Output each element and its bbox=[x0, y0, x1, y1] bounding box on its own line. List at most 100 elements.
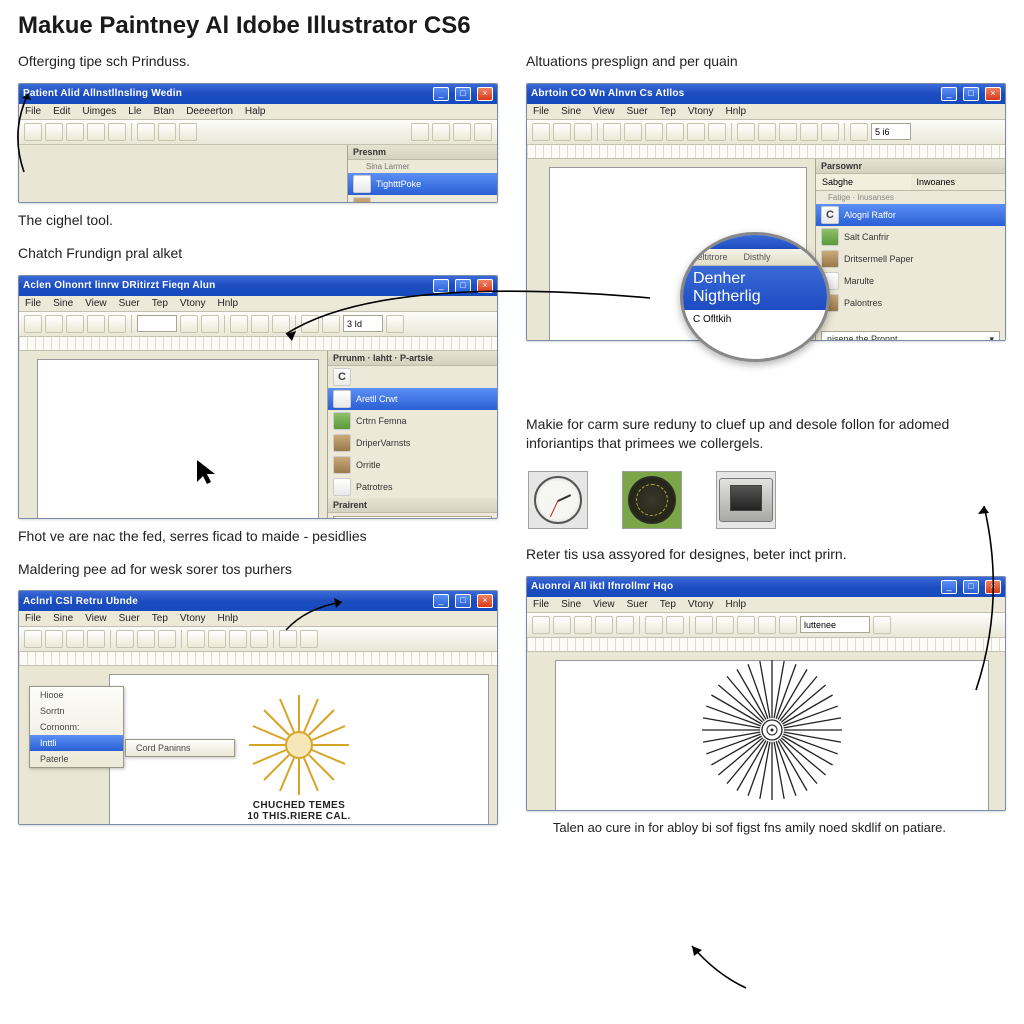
panel-item[interactable]: Patrotres bbox=[328, 476, 497, 498]
tool-icon[interactable] bbox=[137, 123, 155, 141]
tool-icon[interactable] bbox=[300, 630, 318, 648]
menu-suer[interactable]: Suer bbox=[627, 599, 648, 610]
menu-item[interactable]: Paterle bbox=[30, 751, 123, 767]
tool-icon[interactable] bbox=[758, 616, 776, 634]
tool-icon[interactable] bbox=[229, 630, 247, 648]
tool-icon[interactable] bbox=[45, 630, 63, 648]
tool-icon[interactable] bbox=[574, 123, 592, 141]
tool-icon[interactable] bbox=[779, 616, 797, 634]
panel-select[interactable]: Frwyret E:Snonhen▾ bbox=[333, 516, 492, 519]
tool-icon[interactable] bbox=[645, 123, 663, 141]
tool-icon[interactable] bbox=[137, 630, 155, 648]
tool-icon[interactable] bbox=[45, 315, 63, 333]
panel-item[interactable]: Palontres bbox=[816, 292, 1005, 314]
tool-icon[interactable] bbox=[187, 630, 205, 648]
menu-vtony[interactable]: Vtony bbox=[688, 106, 714, 117]
tool-icon[interactable] bbox=[432, 123, 450, 141]
maximize-button[interactable]: □ bbox=[455, 594, 471, 608]
tool-icon[interactable] bbox=[251, 315, 269, 333]
menu-view[interactable]: View bbox=[85, 298, 107, 309]
menu-file[interactable]: File bbox=[533, 106, 549, 117]
menu-halp[interactable]: Halp bbox=[245, 106, 266, 117]
panel-item[interactable]: Marulte bbox=[816, 270, 1005, 292]
tool-icon[interactable] bbox=[87, 123, 105, 141]
menu-item[interactable]: Sorrtn bbox=[30, 703, 123, 719]
menu-vtony[interactable]: Vtony bbox=[688, 599, 714, 610]
panel-select[interactable]: nisene the Pronnt▾ bbox=[821, 331, 1000, 341]
tool-icon[interactable] bbox=[453, 123, 471, 141]
tab[interactable]: Inwoanes bbox=[911, 174, 1006, 190]
close-button[interactable]: × bbox=[477, 594, 493, 608]
tool-icon[interactable] bbox=[779, 123, 797, 141]
menu-tep[interactable]: Tep bbox=[660, 106, 676, 117]
panel-item[interactable]: TightttPoke bbox=[348, 173, 497, 195]
tool-icon[interactable] bbox=[301, 315, 319, 333]
panel-item[interactable]: Salt Canfrir bbox=[816, 226, 1005, 248]
panel-item[interactable]: Aretll Crwt bbox=[328, 388, 497, 410]
tool-icon[interactable] bbox=[201, 315, 219, 333]
toolbar-value[interactable] bbox=[343, 315, 383, 332]
menu-sine[interactable]: Sine bbox=[53, 298, 73, 309]
menu-tep[interactable]: Tep bbox=[152, 613, 168, 624]
tool-icon[interactable] bbox=[24, 630, 42, 648]
tool-icon[interactable] bbox=[386, 315, 404, 333]
menu-tep[interactable]: Tep bbox=[152, 298, 168, 309]
tool-icon[interactable] bbox=[873, 616, 891, 634]
close-button[interactable]: × bbox=[985, 87, 1001, 101]
menu-item-selected[interactable]: Inttli bbox=[30, 735, 123, 751]
tool-icon[interactable] bbox=[474, 123, 492, 141]
menu-lle[interactable]: Lle bbox=[128, 106, 141, 117]
tool-icon[interactable] bbox=[695, 616, 713, 634]
mag-selected[interactable]: Denher Nigtherlig bbox=[683, 266, 827, 310]
menu-view[interactable]: View bbox=[593, 599, 615, 610]
tool-icon[interactable] bbox=[24, 315, 42, 333]
tool-icon[interactable] bbox=[250, 630, 268, 648]
tool-icon[interactable] bbox=[179, 123, 197, 141]
tool-icon[interactable] bbox=[737, 123, 755, 141]
menu-view[interactable]: View bbox=[85, 613, 107, 624]
menu-file[interactable]: File bbox=[25, 106, 41, 117]
panel-item[interactable]: Dritsermell Paper bbox=[816, 248, 1005, 270]
maximize-button[interactable]: □ bbox=[455, 279, 471, 293]
menu-hnlp[interactable]: Hnlp bbox=[217, 613, 238, 624]
tool-icon[interactable] bbox=[230, 315, 248, 333]
tool-icon[interactable] bbox=[45, 123, 63, 141]
tool-icon[interactable] bbox=[850, 123, 868, 141]
menu-sine[interactable]: Sine bbox=[53, 613, 73, 624]
tool-icon[interactable] bbox=[108, 123, 126, 141]
menu-sine[interactable]: Sine bbox=[561, 106, 581, 117]
menu-vtony[interactable]: Vtony bbox=[180, 298, 206, 309]
tool-icon[interactable] bbox=[687, 123, 705, 141]
close-button[interactable]: × bbox=[985, 580, 1001, 594]
menu-vtony[interactable]: Vtony bbox=[180, 613, 206, 624]
panel-item[interactable]: C bbox=[328, 366, 497, 388]
mag-option[interactable]: C Ofltkih bbox=[683, 310, 827, 329]
tool-icon[interactable] bbox=[87, 315, 105, 333]
tool-icon[interactable] bbox=[411, 123, 429, 141]
menu-suer[interactable]: Suer bbox=[119, 613, 140, 624]
minimize-button[interactable]: _ bbox=[433, 87, 449, 101]
menu-hnlp[interactable]: Hnlp bbox=[725, 599, 746, 610]
maximize-button[interactable]: □ bbox=[963, 580, 979, 594]
minimize-button[interactable]: _ bbox=[433, 594, 449, 608]
minimize-button[interactable]: _ bbox=[941, 87, 957, 101]
tool-icon[interactable] bbox=[66, 123, 84, 141]
tool-icon[interactable] bbox=[87, 630, 105, 648]
tool-icon[interactable] bbox=[708, 123, 726, 141]
tool-icon[interactable] bbox=[666, 616, 684, 634]
tool-icon[interactable] bbox=[272, 315, 290, 333]
submenu-item[interactable]: Cord Paninns bbox=[126, 740, 234, 756]
tool-icon[interactable] bbox=[180, 315, 198, 333]
tool-icon[interactable] bbox=[758, 123, 776, 141]
menu-edit[interactable]: Edit bbox=[53, 106, 70, 117]
minimize-button[interactable]: _ bbox=[433, 279, 449, 293]
toolbar-value[interactable] bbox=[800, 616, 870, 633]
tool-icon[interactable] bbox=[645, 616, 663, 634]
menu-item[interactable]: Hiooe bbox=[30, 687, 123, 703]
panel-item[interactable]: Crtrn Femna bbox=[328, 410, 497, 432]
tool-icon[interactable] bbox=[595, 616, 613, 634]
maximize-button[interactable]: □ bbox=[455, 87, 471, 101]
mag-tab[interactable]: Reltitrore bbox=[683, 249, 736, 265]
menu-hnlp[interactable]: Hnlp bbox=[217, 298, 238, 309]
mag-tab[interactable]: Disthly bbox=[736, 249, 779, 265]
